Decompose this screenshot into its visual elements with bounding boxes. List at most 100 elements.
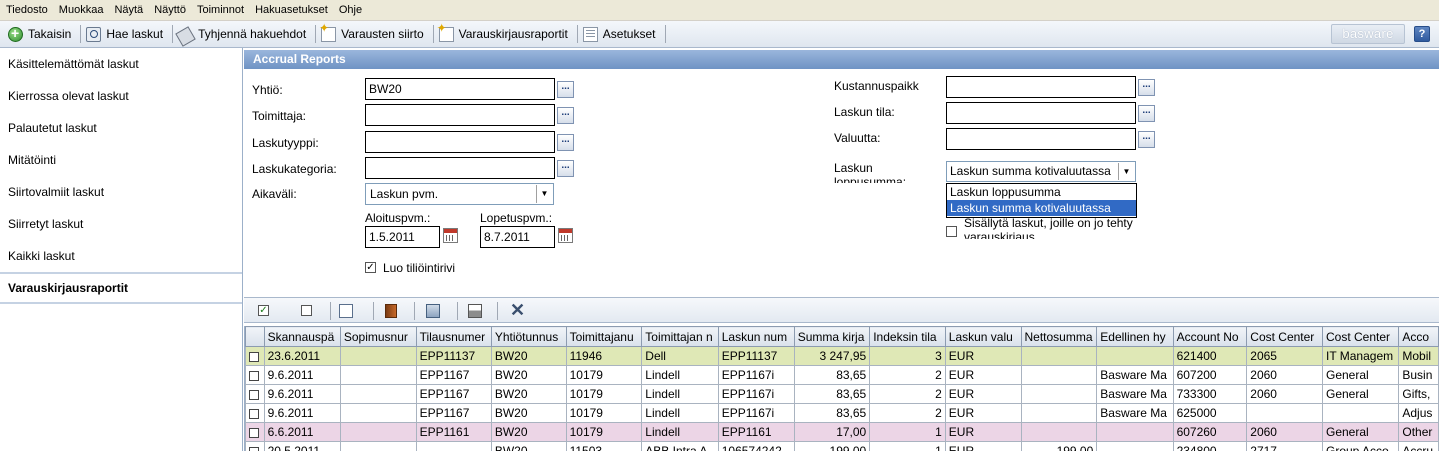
start-date-field[interactable]: 1.5.2011	[365, 226, 440, 248]
column-header[interactable]: Indeksin tila	[869, 326, 946, 347]
back-button[interactable]: Takaisin	[6, 23, 77, 45]
clear-criteria-button[interactable]: Tyhjennä hakuehdot	[175, 23, 312, 47]
row-checkbox-cell[interactable]	[245, 365, 265, 385]
column-header[interactable]: Account No	[1172, 326, 1248, 347]
sidebar-item-all[interactable]: Kaikki laskut	[0, 240, 242, 272]
table-row[interactable]: 6.6.2011 EPP1161 BW20 10179 Lindell EPP1161 17…	[245, 422, 1439, 442]
table-row[interactable]: 23.6.2011 EPP11137 BW20 11946 Dell EPP11137 3 …	[245, 346, 1439, 366]
table-header-row: Skannauspä Sopimusnur Tilausnumer Yhtiötunn…	[245, 326, 1439, 347]
table-cell: Accru	[1398, 441, 1439, 451]
supplier-field[interactable]	[365, 104, 555, 126]
table-row[interactable]: 20.5.2011 BW20 11503 ABB Intra A 106574242 19…	[245, 441, 1439, 451]
invoice-type-picker-button[interactable]: ...	[557, 134, 574, 151]
company-picker-button[interactable]: ...	[557, 81, 574, 98]
table-cell: Basware Ma	[1096, 403, 1174, 423]
print-icon[interactable]	[468, 304, 482, 318]
menu-toiminnot[interactable]: Toiminnot	[197, 4, 244, 16]
column-header[interactable]: Cost Center	[1321, 326, 1400, 347]
row-checkbox[interactable]	[249, 408, 259, 419]
table-cell: 9.6.2011	[263, 384, 341, 404]
details-icon[interactable]	[339, 304, 353, 318]
option-invoice-total[interactable]: Laskun loppusumma	[947, 184, 1136, 200]
deselect-all-icon[interactable]	[301, 305, 312, 316]
column-header[interactable]: Acco	[1398, 326, 1439, 347]
column-header[interactable]: Tilausnumer	[415, 326, 492, 347]
table-cell	[339, 422, 417, 442]
invoice-total-select[interactable]: Laskun summa kotivaluutassa ▼	[946, 161, 1136, 182]
column-header[interactable]: Toimittajan n	[641, 326, 719, 347]
row-checkbox[interactable]	[249, 446, 259, 451]
invoice-status-picker-button[interactable]: ...	[1138, 105, 1155, 122]
period-select[interactable]: Laskun pvm. ▼	[365, 183, 554, 205]
row-checkbox-cell[interactable]	[245, 422, 265, 442]
sidebar-item-returned[interactable]: Palautetut laskut	[0, 112, 242, 144]
column-header[interactable]: Summa kirja	[793, 326, 871, 347]
column-header[interactable]: Sopimusnur	[339, 326, 417, 347]
table-cell: 11503	[565, 441, 643, 451]
sidebar-item-unprocessed[interactable]: Käsittelemättömät laskut	[0, 48, 242, 80]
export-icon[interactable]	[426, 304, 440, 318]
table-row[interactable]: 9.6.2011 EPP1167 BW20 10179 Lindell EPP1167i 8…	[245, 365, 1439, 385]
menu-ohje[interactable]: Ohje	[339, 4, 362, 16]
row-checkbox-cell[interactable]	[245, 441, 265, 451]
sidebar-item-in-circulation[interactable]: Kierrossa olevat laskut	[0, 80, 242, 112]
menu-naytto[interactable]: Näyttö	[154, 4, 186, 16]
invoice-category-picker-button[interactable]: ...	[557, 160, 574, 177]
invoice-category-field[interactable]	[365, 157, 555, 179]
column-header[interactable]: Yhtiötunnus	[490, 326, 567, 347]
column-header[interactable]: Laskun num	[717, 326, 795, 347]
table-cell: EUR	[944, 441, 1022, 451]
end-date-field[interactable]: 8.7.2011	[480, 226, 555, 248]
menu-tiedosto[interactable]: Tiedosto	[6, 4, 48, 16]
column-header[interactable]: Edellinen hy	[1096, 326, 1174, 347]
invoice-type-field[interactable]	[365, 131, 555, 153]
calendar-icon[interactable]	[443, 228, 458, 243]
delete-icon[interactable]: ✕	[510, 301, 525, 319]
currency-field[interactable]	[946, 128, 1136, 150]
column-header[interactable]: Laskun valu	[944, 326, 1022, 347]
column-header[interactable]: Toimittajanu	[565, 326, 643, 347]
sidebar-item-transferred[interactable]: Siirretyt laskut	[0, 208, 242, 240]
table-cell	[1020, 422, 1098, 442]
sidebar-item-accrual-reports[interactable]: Varauskirjausraportit	[0, 272, 242, 304]
create-rows-checkbox[interactable]: ✓	[365, 262, 376, 273]
table-cell: 2	[869, 384, 946, 404]
row-checkbox[interactable]	[249, 351, 259, 362]
sidebar-item-ready-to-transfer[interactable]: Siirtovalmiit laskut	[0, 176, 242, 208]
table-row[interactable]: 9.6.2011 EPP1167 BW20 10179 Lindell EPP1167i 8…	[245, 403, 1439, 423]
menu-muokkaa[interactable]: Muokkaa	[59, 4, 104, 16]
row-checkbox[interactable]	[249, 389, 259, 400]
accrual-reports-button[interactable]: Varauskirjausraportit	[437, 21, 574, 45]
company-field[interactable]: BW20	[365, 78, 555, 100]
column-header[interactable]: Cost Center	[1246, 326, 1323, 347]
invoice-status-field[interactable]	[946, 102, 1136, 124]
currency-picker-button[interactable]: ...	[1138, 131, 1155, 148]
fetch-invoices-button[interactable]: Hae laskut	[84, 23, 169, 45]
select-all-icon[interactable]: ✓	[258, 305, 269, 316]
table-row[interactable]: 9.6.2011 EPP1167 BW20 10179 Lindell EPP1167i 8…	[245, 384, 1439, 404]
menu-nayta[interactable]: Näytä	[114, 4, 143, 16]
select-column-header[interactable]	[245, 326, 265, 347]
column-header[interactable]: Nettosumma	[1020, 326, 1098, 347]
supplier-picker-button[interactable]: ...	[557, 107, 574, 124]
table-cell	[1020, 365, 1098, 385]
cost-center-picker-button[interactable]: ...	[1138, 79, 1155, 96]
accrual-transfer-button[interactable]: Varausten siirto	[319, 21, 429, 45]
sidebar-item-cancellation[interactable]: Mitätöinti	[0, 144, 242, 176]
row-checkbox[interactable]	[249, 370, 259, 381]
toolbar-separator	[414, 302, 415, 320]
settings-button[interactable]: Asetukset	[581, 23, 662, 45]
row-checkbox-cell[interactable]	[245, 346, 265, 366]
option-home-currency-total[interactable]: Laskun summa kotivaluutassa	[947, 200, 1136, 216]
menu-hakuasetukset[interactable]: Hakuasetukset	[255, 4, 328, 16]
row-checkbox[interactable]	[249, 427, 259, 438]
calendar-icon[interactable]	[558, 228, 573, 243]
cost-center-field[interactable]	[946, 76, 1136, 98]
column-header[interactable]: Skannauspä	[263, 326, 341, 347]
invoice-total-select-value: Laskun summa kotivaluutassa	[950, 164, 1111, 178]
row-checkbox-cell[interactable]	[245, 403, 265, 423]
include-accrued-checkbox[interactable]	[946, 226, 957, 237]
help-button[interactable]: ?	[1414, 26, 1430, 42]
book-icon[interactable]	[385, 304, 397, 318]
row-checkbox-cell[interactable]	[245, 384, 265, 404]
